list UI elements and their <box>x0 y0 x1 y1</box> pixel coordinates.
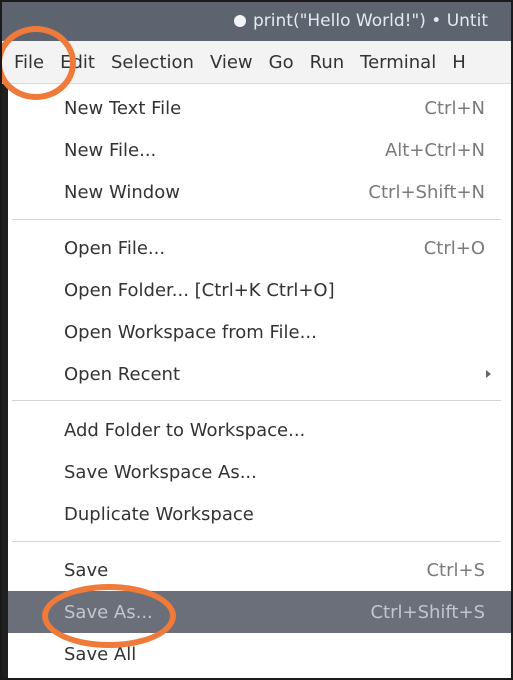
menu-separator <box>12 219 501 220</box>
menu-item-label: Save As... <box>64 601 153 623</box>
menu-item-save[interactable]: Save Ctrl+S <box>2 549 511 591</box>
menu-item-open-workspace[interactable]: Open Workspace from File... <box>2 311 511 353</box>
menu-item-new-text-file[interactable]: New Text File Ctrl+N <box>2 87 511 129</box>
menu-item-label: Save Workspace As... <box>64 461 257 483</box>
menu-help[interactable]: H <box>444 41 474 83</box>
menu-edit[interactable]: Edit <box>52 41 103 83</box>
menu-go[interactable]: Go <box>261 41 302 83</box>
menu-item-save-as[interactable]: Save As... Ctrl+Shift+S <box>2 591 511 633</box>
menu-item-save-workspace-as[interactable]: Save Workspace As... <box>2 451 511 493</box>
menu-item-label: Duplicate Workspace <box>64 503 254 525</box>
file-menu-dropdown: New Text File Ctrl+N New File... Alt+Ctr… <box>2 84 511 678</box>
menu-file[interactable]: File <box>2 41 52 83</box>
menu-item-label: Save All <box>64 643 137 665</box>
menu-item-new-file[interactable]: New File... Alt+Ctrl+N <box>2 129 511 171</box>
menu-item-shortcut: Ctrl+N <box>424 97 485 119</box>
title-bar: print("Hello World!") • Untit <box>2 2 511 41</box>
window-edge <box>2 84 8 678</box>
menu-item-open-file[interactable]: Open File... Ctrl+O <box>2 227 511 269</box>
menu-view[interactable]: View <box>202 41 261 83</box>
menu-item-save-all[interactable]: Save All <box>2 633 511 675</box>
menu-item-label: Open Workspace from File... <box>64 321 317 343</box>
menu-run[interactable]: Run <box>302 41 353 83</box>
menu-item-label: Open Recent <box>64 363 181 385</box>
menu-item-shortcut: Ctrl+Shift+S <box>370 601 485 623</box>
menu-item-label: Open Folder... [Ctrl+K Ctrl+O] <box>64 279 335 301</box>
chevron-right-icon <box>486 370 491 378</box>
vscode-window: print("Hello World!") • Untit File Edit … <box>0 0 513 680</box>
menu-item-label: New Window <box>64 181 180 203</box>
menu-bar: File Edit Selection View Go Run Terminal… <box>2 41 511 84</box>
menu-item-add-folder-to-workspace[interactable]: Add Folder to Workspace... <box>2 409 511 451</box>
menu-item-shortcut: Ctrl+O <box>423 237 485 259</box>
menu-item-open-recent[interactable]: Open Recent <box>2 353 511 395</box>
menu-separator <box>12 400 501 401</box>
unsaved-dot-icon <box>234 15 246 27</box>
menu-item-label: Save <box>64 559 109 581</box>
menu-item-shortcut: Ctrl+Shift+N <box>368 181 485 203</box>
menu-item-label: New Text File <box>64 97 182 119</box>
menu-item-shortcut: Alt+Ctrl+N <box>384 139 485 161</box>
menu-item-label: Add Folder to Workspace... <box>64 419 306 441</box>
title-wrap: print("Hello World!") • Untit <box>234 11 488 31</box>
menu-separator <box>12 541 501 542</box>
menu-item-label: Open File... <box>64 237 166 259</box>
menu-item-shortcut: Ctrl+S <box>426 559 485 581</box>
menu-item-label: New File... <box>64 139 157 161</box>
menu-terminal[interactable]: Terminal <box>352 41 444 83</box>
window-title: print("Hello World!") • Untit <box>253 11 488 31</box>
menu-item-duplicate-workspace[interactable]: Duplicate Workspace <box>2 493 511 535</box>
menu-selection[interactable]: Selection <box>103 41 202 83</box>
menu-item-new-window[interactable]: New Window Ctrl+Shift+N <box>2 171 511 213</box>
menu-item-open-folder[interactable]: Open Folder... [Ctrl+K Ctrl+O] <box>2 269 511 311</box>
